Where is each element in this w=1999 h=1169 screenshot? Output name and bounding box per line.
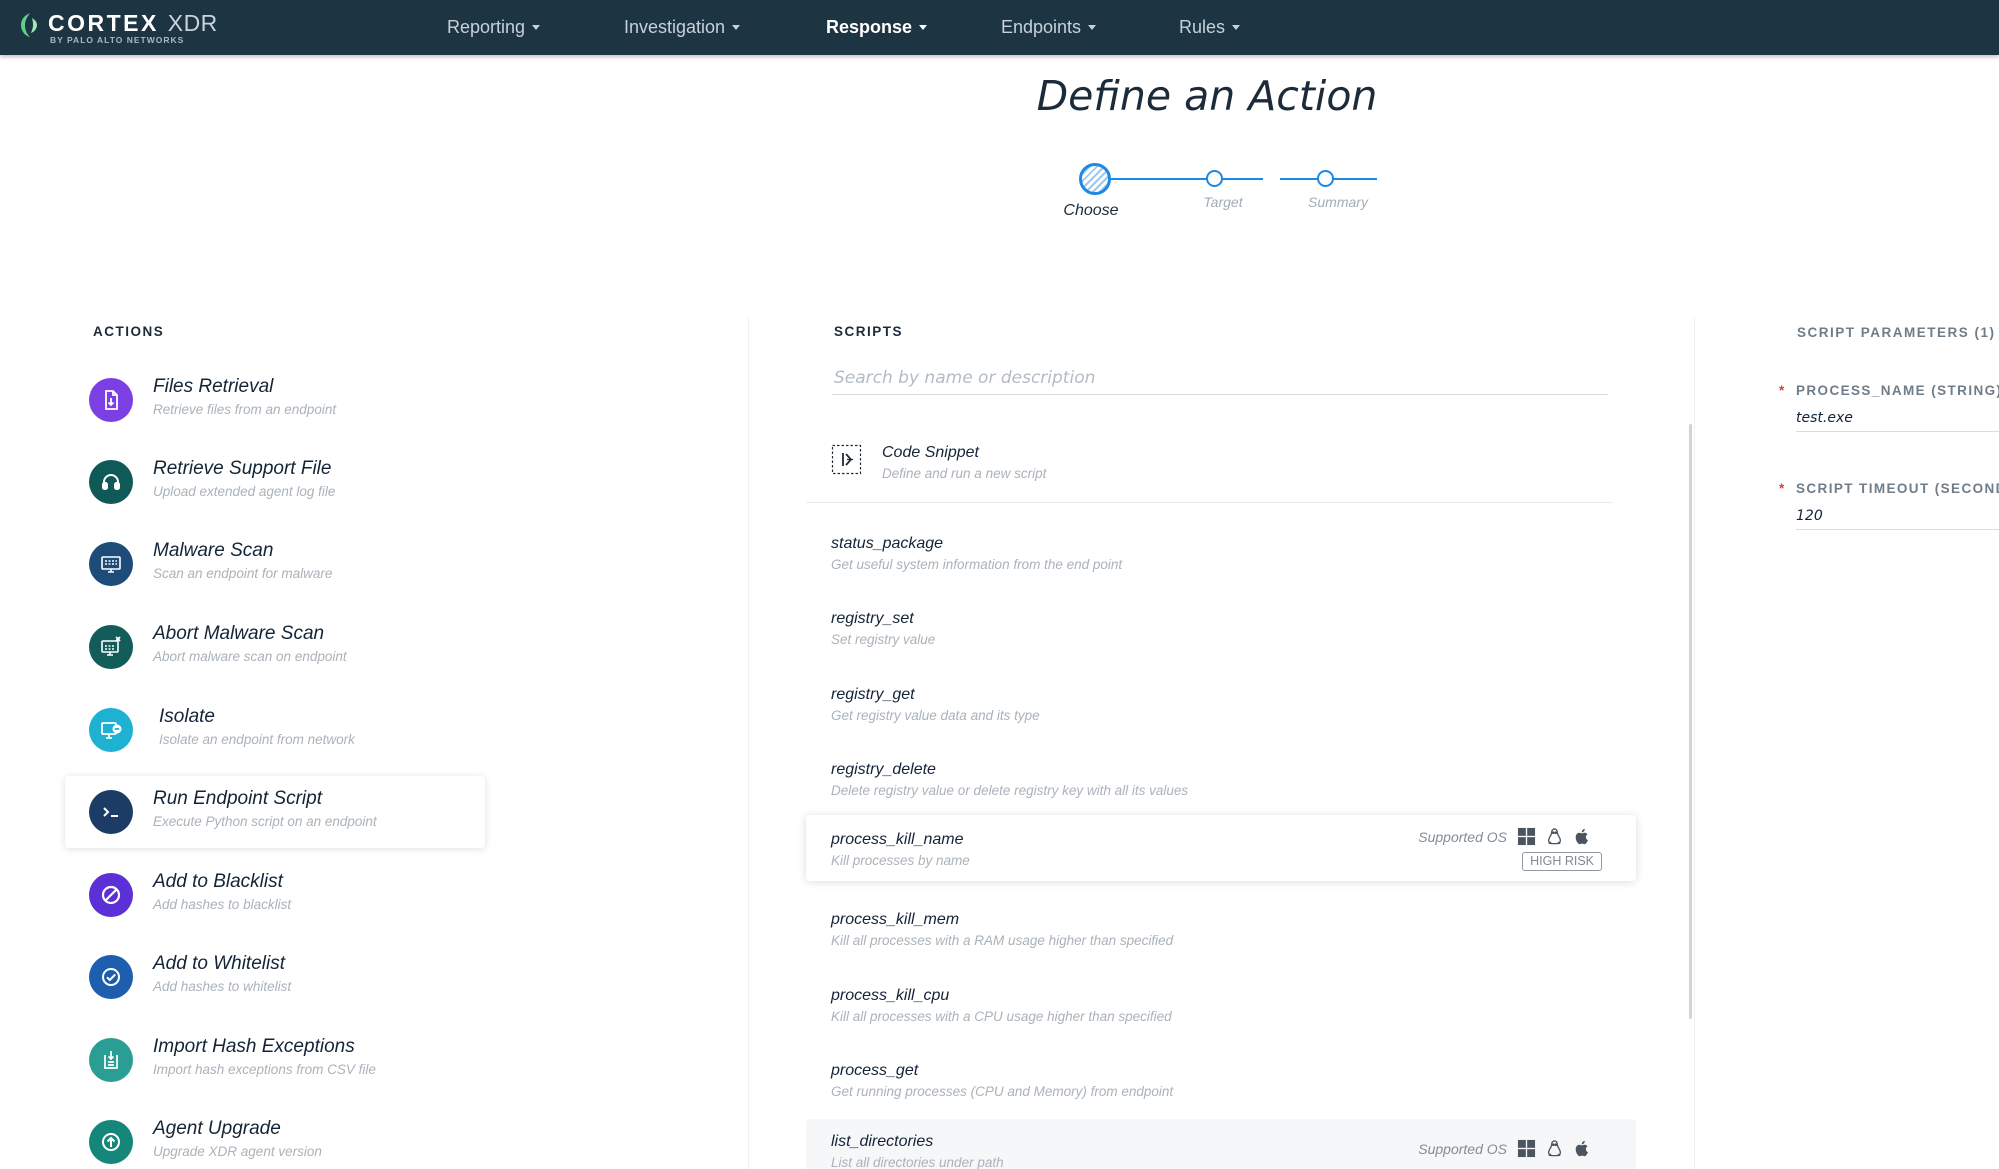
- action-abort-malware-scan[interactable]: Abort Malware Scan Abort malware scan on…: [65, 611, 485, 683]
- script-process-kill-cpu[interactable]: process_kill_cpu Kill all processes with…: [806, 975, 1636, 1041]
- chevron-down-icon: [919, 25, 928, 30]
- action-retrieve-support-file[interactable]: Retrieve Support File Upload extended ag…: [65, 446, 485, 518]
- step-summary-dot[interactable]: [1317, 170, 1334, 187]
- windows-icon: [1517, 1139, 1536, 1158]
- action-add-to-blacklist[interactable]: Add to Blacklist Add hashes to blacklist: [65, 859, 485, 931]
- wizard-stepper: Choose Target Summary: [1060, 158, 1390, 228]
- nav-endpoints[interactable]: Endpoints: [1001, 0, 1097, 55]
- script-status-package[interactable]: status_package Get useful system informa…: [806, 523, 1636, 589]
- step-label-choose: Choose: [1063, 202, 1119, 219]
- script-parameters-header: SCRIPT PARAMETERS (1): [1797, 325, 1996, 340]
- isolate-icon: [89, 708, 133, 752]
- action-isolate[interactable]: Isolate Isolate an endpoint from network: [65, 694, 485, 766]
- file-download-icon: [89, 378, 133, 422]
- action-files-retrieval[interactable]: Files Retrieval Retrieve files from an e…: [65, 364, 485, 436]
- chevron-down-icon: [1088, 25, 1097, 30]
- apple-icon: [1575, 828, 1588, 845]
- required-asterisk: *: [1779, 383, 1786, 398]
- script-registry-set[interactable]: registry_set Set registry value: [806, 598, 1636, 664]
- param-label-script-timeout: * SCRIPT TIMEOUT (SECONDS): [1779, 481, 1999, 496]
- headset-icon: [89, 460, 133, 504]
- action-run-endpoint-script[interactable]: Run Endpoint Script Execute Python scrip…: [65, 776, 485, 848]
- action-agent-upgrade[interactable]: Agent Upgrade Upgrade XDR agent version: [65, 1106, 485, 1169]
- supported-os-icons: [1517, 827, 1592, 846]
- required-asterisk: *: [1779, 481, 1786, 496]
- action-malware-scan[interactable]: Malware Scan Scan an endpoint for malwar…: [65, 528, 485, 600]
- linux-icon: [1547, 828, 1562, 845]
- nav-rules[interactable]: Rules: [1179, 0, 1241, 55]
- script-list-directories[interactable]: list_directories List all directories un…: [806, 1119, 1636, 1169]
- process-name-input[interactable]: [1796, 405, 1999, 432]
- column-divider: [748, 318, 749, 1169]
- script-process-kill-mem[interactable]: process_kill_mem Kill all processes with…: [806, 899, 1636, 965]
- chevron-down-icon: [1232, 25, 1241, 30]
- step-choose-dot[interactable]: [1079, 163, 1111, 195]
- script-registry-delete[interactable]: registry_delete Delete registry value or…: [806, 749, 1636, 815]
- logo-wordmark: CORTEX XDR: [48, 10, 218, 36]
- apple-icon: [1575, 1140, 1588, 1157]
- top-navigation-bar: CORTEX XDR BY PALO ALTO NETWORKS Reporti…: [0, 0, 1999, 55]
- high-risk-badge: HIGH RISK: [1522, 852, 1602, 871]
- param-label-process-name: * PROCESS_NAME (STRING): [1779, 383, 1999, 398]
- stepper-connector: [1111, 178, 1263, 180]
- monitor-abort-icon: [89, 625, 133, 669]
- cortex-logo-icon: [21, 13, 37, 37]
- chevron-down-icon: [532, 25, 541, 30]
- page-title: Define an Action: [1036, 72, 1378, 120]
- column-divider: [1694, 318, 1695, 1169]
- chevron-down-icon: [732, 25, 741, 30]
- nav-reporting[interactable]: Reporting: [447, 0, 541, 55]
- supported-os-icons: [1517, 1139, 1592, 1158]
- step-label-summary: Summary: [1308, 194, 1368, 210]
- check-circle-icon: [89, 955, 133, 999]
- script-search-input[interactable]: [832, 362, 1608, 395]
- code-snippet-item[interactable]: Code Snippet Define and run a new script: [806, 430, 1613, 503]
- nav-response[interactable]: Response: [826, 0, 928, 55]
- script-registry-get[interactable]: registry_get Get registry value data and…: [806, 674, 1636, 740]
- monitor-scan-icon: [89, 542, 133, 586]
- nav-investigation[interactable]: Investigation: [624, 0, 741, 55]
- scripts-scrollbar[interactable]: [1689, 424, 1692, 1019]
- step-target-dot[interactable]: [1206, 170, 1223, 187]
- step-label-target: Target: [1203, 194, 1243, 210]
- supported-os-label: Supported OS: [1418, 1141, 1507, 1157]
- code-snippet-icon: [831, 444, 862, 475]
- supported-os-label: Supported OS: [1418, 829, 1507, 845]
- windows-icon: [1517, 827, 1536, 846]
- action-import-hash-exceptions[interactable]: Import Hash Exceptions Import hash excep…: [65, 1024, 485, 1096]
- upgrade-icon: [89, 1120, 133, 1164]
- import-icon: [89, 1038, 133, 1082]
- action-add-to-whitelist[interactable]: Add to Whitelist Add hashes to whitelist: [65, 941, 485, 1013]
- script-process-kill-name[interactable]: process_kill_name Kill processes by name…: [806, 815, 1636, 881]
- script-process-get[interactable]: process_get Get running processes (CPU a…: [806, 1050, 1636, 1116]
- block-icon: [89, 873, 133, 917]
- terminal-icon: [89, 790, 133, 834]
- linux-icon: [1547, 1140, 1562, 1157]
- script-timeout-input[interactable]: [1796, 503, 1999, 530]
- logo-byline: BY PALO ALTO NETWORKS: [50, 35, 185, 45]
- actions-header: ACTIONS: [93, 324, 165, 339]
- scripts-header: SCRIPTS: [834, 324, 904, 339]
